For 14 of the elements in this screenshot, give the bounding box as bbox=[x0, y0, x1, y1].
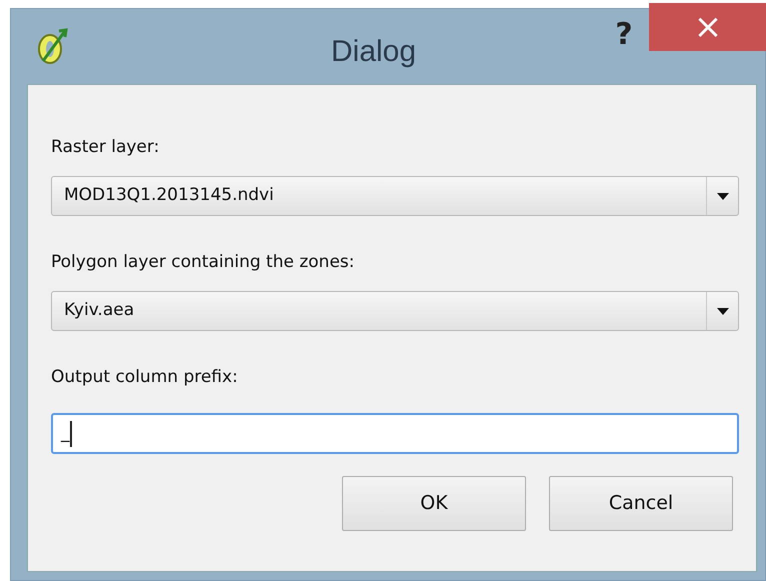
field-label: Raster layer: bbox=[51, 136, 160, 160]
field-label: Polygon layer containing the zones: bbox=[51, 251, 356, 274]
dialog-button[interactable]: OK bbox=[342, 476, 526, 531]
layer-dropdown[interactable]: Kyiv.aea bbox=[51, 291, 739, 331]
caret-down-icon bbox=[716, 192, 728, 200]
window-title: Dialog bbox=[331, 34, 416, 70]
help-button[interactable]: ? bbox=[599, 9, 649, 57]
layer-dropdown[interactable]: MOD13Q1.2013145.ndvi bbox=[51, 176, 739, 216]
field-label: Output column prefix: bbox=[51, 366, 239, 390]
prefix-input-field[interactable]: _ bbox=[51, 413, 739, 454]
caret-down-icon bbox=[716, 308, 728, 314]
close-button[interactable]: × bbox=[649, 3, 766, 51]
dialog-button[interactable]: Cancel bbox=[549, 476, 733, 531]
app-logo-icon bbox=[35, 25, 69, 67]
